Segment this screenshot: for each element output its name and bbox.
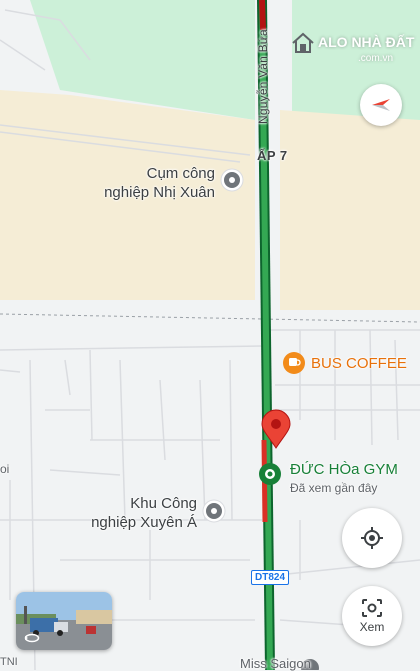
traffic-red-segment-north xyxy=(259,0,266,31)
house-logo-icon xyxy=(292,32,314,53)
bus-coffee-label[interactable]: BUS COFFEE xyxy=(311,355,407,372)
watermark-brand: ALO NHÀ ĐẤT xyxy=(318,34,415,50)
industrial-park-1-line2: nghiệp Nhị Xuân xyxy=(104,184,215,201)
industrial-park-2-line2: nghiệp Xuyên Á xyxy=(91,514,197,531)
my-location-icon xyxy=(361,527,383,549)
lens-view-button[interactable]: Xem xyxy=(342,586,402,646)
hamlet-label: ẤP 7 xyxy=(257,148,288,163)
industrial-zone-area-right xyxy=(280,110,420,310)
watermark-domain: .com.vn xyxy=(358,53,394,64)
street-view-thumbnail[interactable] xyxy=(16,592,112,650)
road-label-nguyen-van-bua: Nguyễn Văn Bứa xyxy=(256,29,270,124)
left-edge-partial-text: oi xyxy=(0,462,10,476)
miss-saigon-label: Miss Saigon xyxy=(240,656,311,671)
compass-icon xyxy=(372,99,390,111)
gym-label[interactable]: ĐỨC HÒa GYM xyxy=(290,461,398,478)
industrial-park-2-line1: Khu Công xyxy=(130,495,197,512)
route-shield-dt824: DT824 xyxy=(251,570,290,585)
industrial-park-1-line1: Cụm công xyxy=(146,165,215,182)
industrial-park-1-icon[interactable] xyxy=(220,168,244,192)
coffee-cup-icon[interactable] xyxy=(283,352,305,374)
gym-place-icon[interactable] xyxy=(259,463,281,485)
gym-subtitle: Đã xem gần đây xyxy=(290,481,378,495)
lens-icon xyxy=(362,599,382,617)
watermark-logo: ALO NHÀ ĐẤT .com.vn xyxy=(290,26,420,72)
industrial-park-2-label[interactable]: Khu Công nghiệp Xuyên Á xyxy=(91,494,197,532)
my-location-button[interactable] xyxy=(342,508,402,568)
lens-label: Xem xyxy=(359,620,385,634)
compass-button[interactable] xyxy=(360,84,402,126)
left-edge-partial-text-bottom: TNI xyxy=(0,656,18,668)
industrial-park-1-label[interactable]: Cụm công nghiệp Nhị Xuân xyxy=(104,164,215,202)
industrial-park-2-icon[interactable] xyxy=(202,499,226,523)
rotate-360-icon xyxy=(24,633,40,643)
map-canvas[interactable] xyxy=(0,0,420,670)
